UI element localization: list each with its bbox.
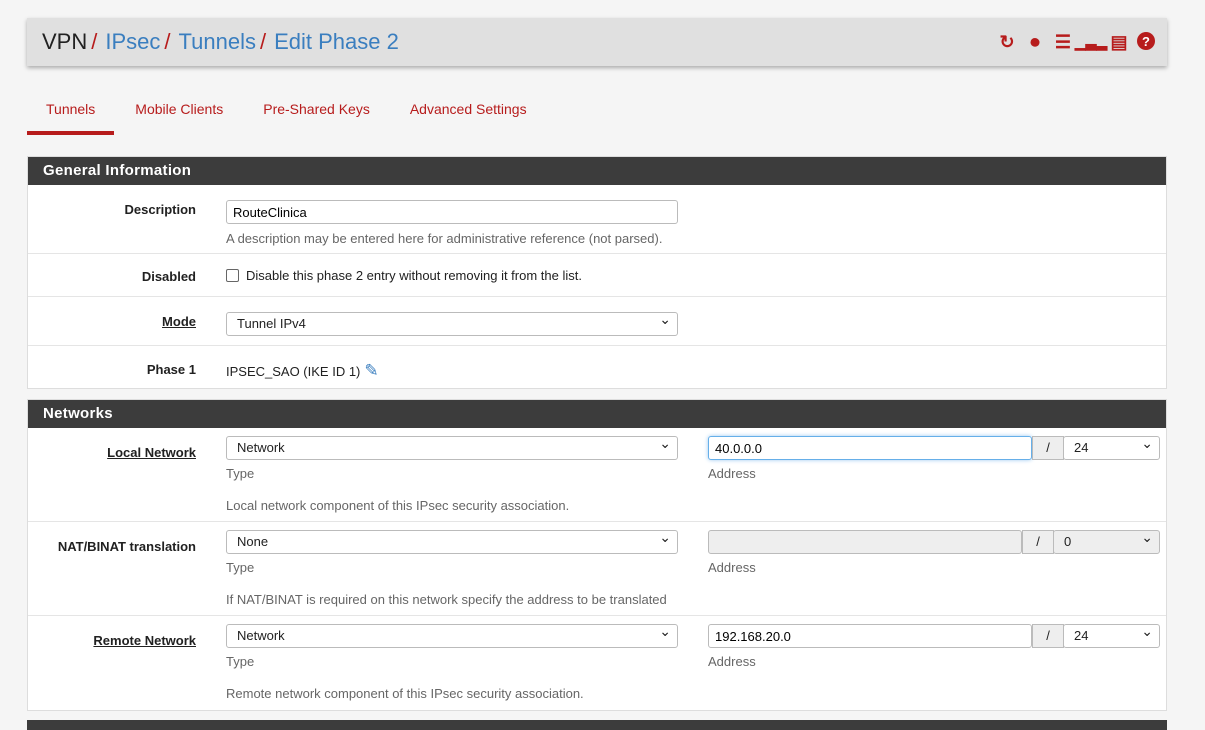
- nat-address-input[interactable]: [708, 530, 1022, 554]
- mode-label: Mode: [162, 314, 196, 329]
- local-help: Local network component of this IPsec se…: [226, 498, 570, 513]
- slash: /: [1032, 436, 1064, 460]
- bar-chart-icon[interactable]: ▁▃▂: [1075, 32, 1107, 52]
- breadcrumb-vpn: VPN: [42, 29, 88, 54]
- list-icon[interactable]: ▤: [1109, 32, 1129, 52]
- help-icon[interactable]: ?: [1137, 32, 1155, 50]
- disabled-text: Disable this phase 2 entry without remov…: [246, 268, 582, 283]
- disabled-label: Disabled: [141, 269, 196, 284]
- local-type-select[interactable]: Network: [226, 435, 678, 460]
- breadcrumb-ipsec[interactable]: IPsec: [105, 29, 160, 55]
- mode-select[interactable]: Tunnel IPv4: [226, 311, 678, 336]
- description-input[interactable]: [226, 200, 678, 224]
- nat-mask-select[interactable]: 0: [1053, 529, 1160, 554]
- reload-icon[interactable]: ↻: [997, 32, 1017, 52]
- remote-network-label: Remote Network: [93, 633, 196, 648]
- tab-mobile-clients[interactable]: Mobile Clients: [116, 92, 242, 135]
- description-label: Description: [124, 202, 196, 217]
- type-label: Type: [226, 654, 255, 669]
- breadcrumb-tunnels[interactable]: Tunnels: [179, 29, 256, 55]
- address-label: Address: [708, 560, 756, 575]
- nat-row: NAT/BINAT translation None Type / 0 Addr…: [28, 522, 1166, 616]
- remote-help: Remote network component of this IPsec s…: [226, 686, 584, 701]
- tab-advanced-settings[interactable]: Advanced Settings: [391, 92, 546, 135]
- phase1-value: IPSEC_SAO (IKE ID 1): [226, 363, 361, 379]
- networks-panel: Networks Local Network Network Type / 24…: [27, 399, 1167, 711]
- tab-bar: Tunnels Mobile Clients Pre-Shared Keys A…: [27, 92, 548, 135]
- slash: /: [1032, 624, 1064, 648]
- stop-icon[interactable]: ⏺: [1025, 32, 1045, 52]
- phase1-label: Phase 1: [146, 362, 196, 377]
- address-label: Address: [708, 654, 756, 669]
- slash: /: [1022, 530, 1054, 554]
- remote-type-select[interactable]: Network: [226, 623, 678, 648]
- local-network-label: Local Network: [107, 445, 196, 460]
- description-help: A description may be entered here for ad…: [226, 231, 663, 246]
- local-network-row: Local Network Network Type / 24 Address …: [28, 428, 1166, 522]
- breadcrumb-edit-phase-2[interactable]: Edit Phase 2: [274, 29, 399, 55]
- nat-help: If NAT/BINAT is required on this network…: [226, 592, 667, 607]
- remote-address-input[interactable]: [708, 624, 1032, 648]
- remote-mask-select[interactable]: 24: [1063, 623, 1160, 648]
- breadcrumb: VPN / IPsec / Tunnels / Edit Phase 2 ↻ ⏺ ☰ …: [27, 18, 1167, 66]
- panel-title: General Information: [28, 157, 1166, 185]
- local-address-input[interactable]: [708, 436, 1032, 460]
- type-label: Type: [226, 560, 255, 575]
- tab-pre-shared-keys[interactable]: Pre-Shared Keys: [244, 92, 389, 135]
- remote-network-row: Remote Network Network Type / 24 Address…: [28, 616, 1166, 710]
- local-mask-select[interactable]: 24: [1063, 435, 1160, 460]
- nat-type-select[interactable]: None: [226, 529, 678, 554]
- address-label: Address: [708, 466, 756, 481]
- sliders-icon[interactable]: ☰: [1053, 32, 1073, 52]
- panel-title: Networks: [28, 400, 1166, 428]
- type-label: Type: [226, 466, 255, 481]
- pencil-icon[interactable]: ✎: [364, 361, 378, 381]
- general-information-panel: General Information Description A descri…: [27, 156, 1167, 389]
- tab-tunnels[interactable]: Tunnels: [27, 92, 115, 135]
- nat-label: NAT/BINAT translation: [57, 539, 196, 554]
- disabled-checkbox[interactable]: [226, 269, 239, 282]
- next-panel-header: [27, 720, 1167, 730]
